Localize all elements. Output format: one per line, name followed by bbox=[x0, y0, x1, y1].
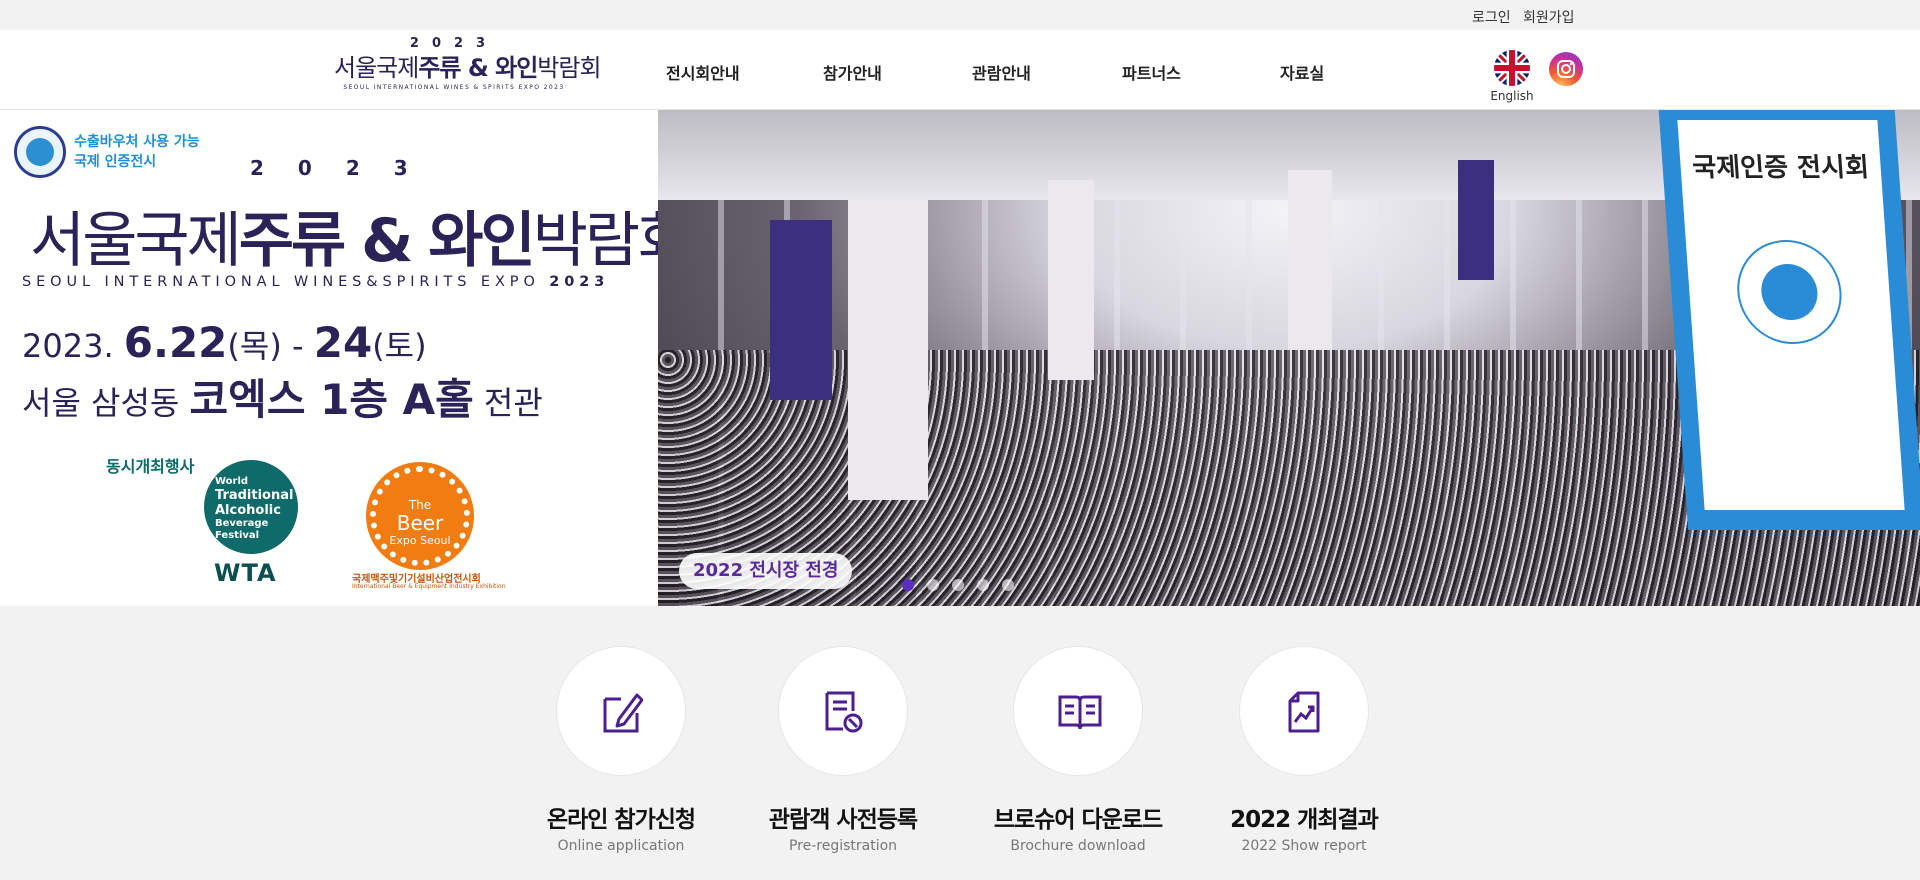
uk-flag-icon bbox=[1494, 50, 1530, 86]
instagram-icon[interactable] bbox=[1549, 52, 1583, 86]
quick-link-online-application[interactable]: 온라인 참가신청 Online application bbox=[531, 646, 711, 856]
hero-date: 2023. 6.22(목) - 24(토) bbox=[22, 318, 427, 367]
quick-link-subtitle: Online application bbox=[557, 838, 685, 854]
quick-icon-circle bbox=[556, 646, 686, 776]
slide-dot-1[interactable] bbox=[902, 579, 914, 591]
photo-pillar bbox=[1288, 170, 1332, 350]
top-utility-bar: 로그인 회원가입 bbox=[0, 0, 1920, 30]
photo-certification-banner: 국제인증 전시회 bbox=[1657, 110, 1920, 530]
login-link[interactable]: 로그인 bbox=[1472, 7, 1511, 27]
quick-link-title: 관람객 사전등록 bbox=[768, 807, 918, 833]
photo-pillar bbox=[1048, 180, 1094, 380]
language-label: English bbox=[1490, 89, 1534, 103]
quick-link-subtitle: Brochure download bbox=[1010, 838, 1146, 854]
hero-slider: 수출바우처 사용 가능 국제 인증전시 2023 서울국제주류 & 와인박람회 … bbox=[0, 110, 1920, 606]
slide-dot-4[interactable] bbox=[977, 579, 990, 591]
photo-pillar bbox=[848, 200, 928, 500]
wta-wordmark: WTA bbox=[214, 559, 277, 587]
photo-banner bbox=[770, 220, 832, 400]
open-book-icon bbox=[1058, 695, 1102, 730]
language-switch-english[interactable]: English bbox=[1488, 50, 1536, 110]
quick-icon-circle bbox=[778, 646, 908, 776]
photo-banner bbox=[1458, 160, 1494, 280]
hero-subtitle-en: SEOUL INTERNATIONAL WINES&SPIRITS EXPO 2… bbox=[22, 274, 610, 290]
slide-dot-3[interactable] bbox=[952, 579, 965, 591]
quick-link-brochure-download[interactable]: 브로슈어 다운로드 Brochure download bbox=[988, 646, 1168, 856]
quick-link-title: 2022 개최결과 bbox=[1230, 807, 1379, 833]
logo-year: 2023 bbox=[409, 36, 499, 51]
nav-item-participation-info[interactable]: 참가안내 bbox=[823, 60, 882, 84]
hero-poster: 수출바우처 사용 가능 국제 인증전시 2023 서울국제주류 & 와인박람회 … bbox=[0, 110, 692, 606]
quick-link-title: 온라인 참가신청 bbox=[546, 807, 696, 833]
hero-year: 2023 bbox=[250, 156, 442, 180]
site-header: 2023 서울국제주류 & 와인박람회 SEOUL INTERNATIONAL … bbox=[0, 30, 1920, 110]
slide-caption: 2022 전시장 전경 bbox=[679, 553, 853, 589]
logo-title-en: SEOUL INTERNATIONAL WINES & SPIRITS EXPO… bbox=[343, 84, 565, 91]
quick-link-pre-registration[interactable]: 관람객 사전등록 Pre-registration bbox=[753, 646, 933, 856]
report-chart-icon bbox=[1288, 691, 1320, 733]
nav-item-exhibition-info[interactable]: 전시회안내 bbox=[666, 60, 740, 84]
co-event-title: 동시개최행사 bbox=[106, 457, 195, 476]
logo-title-kr: 서울국제주류 & 와인박람회 bbox=[334, 54, 602, 82]
registration-form-icon bbox=[825, 691, 863, 733]
hero-title: 서울국제주류 & 와인박람회 bbox=[30, 206, 692, 276]
quick-icon-circle bbox=[1239, 646, 1369, 776]
quick-icon-circle bbox=[1013, 646, 1143, 776]
slide-dot-5[interactable] bbox=[1002, 579, 1015, 591]
quick-link-show-report[interactable]: 2022 개최결과 2022 Show report bbox=[1214, 646, 1394, 856]
edit-document-icon bbox=[603, 693, 643, 733]
quick-link-subtitle: Pre-registration bbox=[788, 838, 898, 854]
hero-venue: 서울 삼성동 코엑스 1층 A홀 전관 bbox=[22, 375, 543, 424]
beer-expo-subcaption: International Beer & Equipment Industry … bbox=[352, 583, 506, 590]
beer-expo-logo: The Beer Expo Seoul bbox=[370, 466, 470, 566]
certification-badge-text: 수출바우처 사용 가능 국제 인증전시 bbox=[74, 134, 200, 170]
nav-item-resources[interactable]: 자료실 bbox=[1280, 60, 1324, 84]
slide-dot-2[interactable] bbox=[927, 579, 940, 591]
hero-photo-exhibition-hall: 국제인증 전시회 bbox=[658, 110, 1920, 606]
nav-item-visitor-info[interactable]: 관람안내 bbox=[972, 60, 1031, 84]
wta-logo: World Traditional Alcoholic Beverage Fes… bbox=[204, 460, 298, 554]
quick-link-subtitle: 2022 Show report bbox=[1241, 838, 1367, 854]
site-logo[interactable]: 2023 서울국제주류 & 와인박람회 SEOUL INTERNATIONAL … bbox=[334, 36, 602, 100]
certified-exhibition-seal-icon bbox=[14, 126, 66, 178]
nav-item-partners[interactable]: 파트너스 bbox=[1122, 60, 1181, 84]
certification-seal-icon bbox=[1733, 240, 1846, 344]
photo-banner-title: 국제인증 전시회 bbox=[1691, 153, 1871, 183]
signup-link[interactable]: 회원가입 bbox=[1523, 7, 1575, 27]
slider-pagination bbox=[902, 576, 1022, 591]
quick-link-title: 브로슈어 다운로드 bbox=[993, 807, 1163, 833]
